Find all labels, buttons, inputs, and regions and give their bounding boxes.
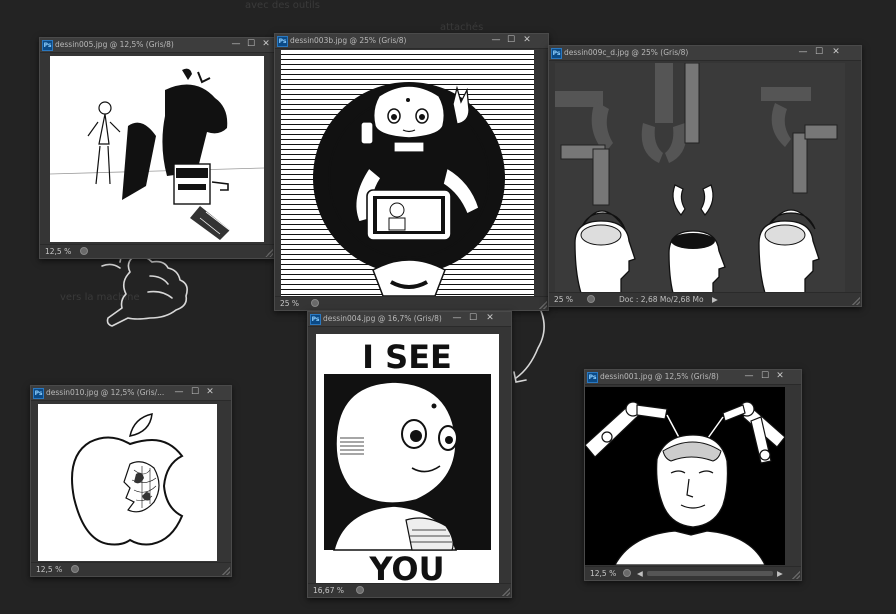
minimize-button[interactable]: — — [173, 387, 185, 398]
resize-grip[interactable] — [852, 297, 860, 305]
close-button[interactable]: ✕ — [773, 371, 787, 382]
zoom-level[interactable]: 12,5 % — [45, 246, 71, 257]
minimize-button[interactable]: — — [490, 35, 502, 46]
image-canvas[interactable]: I SEE YOU — [316, 334, 499, 584]
maximize-button[interactable]: ☐ — [759, 371, 771, 382]
document-window-dessin009c_d[interactable]: Ps dessin009c_d.jpg @ 25% (Gris/8) — ☐ ✕ — [548, 45, 862, 307]
resize-grip[interactable] — [502, 588, 510, 596]
status-info-icon[interactable] — [623, 569, 631, 577]
drawing-robot-selfie — [313, 82, 505, 296]
window-title: dessin001.jpg @ 12,5% (Gris/8) — [600, 372, 719, 381]
minimize-button[interactable]: — — [797, 47, 809, 58]
status-bar: 12,5 % ◀ ▶ — [585, 566, 801, 580]
close-button[interactable]: ✕ — [483, 313, 497, 324]
window-title: dessin003b.jpg @ 25% (Gris/8) — [290, 36, 407, 45]
image-canvas[interactable] — [50, 56, 264, 242]
document-window-dessin004[interactable]: Ps dessin004.jpg @ 16,7% (Gris/8) — ☐ ✕ — [307, 311, 512, 598]
resize-grip[interactable] — [265, 249, 273, 257]
photoshop-icon: Ps — [33, 388, 44, 399]
drawing-robot-arms-brain-surgery — [585, 401, 785, 565]
maximize-button[interactable]: ☐ — [245, 39, 257, 50]
window-titlebar[interactable]: Ps dessin001.jpg @ 12,5% (Gris/8) — ☐ ✕ — [585, 370, 801, 385]
window-titlebar[interactable]: Ps dessin004.jpg @ 16,7% (Gris/8) — ☐ ✕ — [308, 312, 511, 327]
window-titlebar[interactable]: Ps dessin005.jpg @ 12,5% (Gris/8) — ☐ ✕ — [40, 38, 274, 53]
zoom-level[interactable]: 12,5 % — [590, 568, 616, 579]
photoshop-icon: Ps — [277, 36, 288, 47]
resize-grip[interactable] — [222, 567, 230, 575]
zoom-level[interactable]: 16,67 % — [313, 585, 344, 596]
minimize-button[interactable]: — — [743, 371, 755, 382]
poster-bottom-text: YOU — [368, 550, 444, 584]
window-titlebar[interactable]: Ps dessin003b.jpg @ 25% (Gris/8) — ☐ ✕ — [275, 34, 548, 49]
status-menu-arrow[interactable]: ▶ — [712, 294, 718, 305]
image-canvas[interactable] — [555, 63, 845, 292]
maximize-button[interactable]: ☐ — [505, 35, 517, 46]
drawing-robot-and-man — [50, 68, 264, 240]
status-info-icon[interactable] — [71, 565, 79, 573]
image-canvas[interactable] — [585, 387, 785, 565]
zoom-level[interactable]: 12,5 % — [36, 564, 62, 575]
maximize-button[interactable]: ☐ — [467, 313, 479, 324]
thumbs-up-drawing — [101, 249, 188, 327]
window-titlebar[interactable]: Ps dessin009c_d.jpg @ 25% (Gris/8) — ☐ ✕ — [549, 46, 861, 61]
status-bar: 12,5 % — [40, 244, 274, 258]
status-info-icon[interactable] — [80, 247, 88, 255]
close-button[interactable]: ✕ — [203, 387, 217, 398]
window-title: dessin004.jpg @ 16,7% (Gris/8) — [323, 314, 442, 323]
window-titlebar[interactable]: Ps dessin010.jpg @ 12,5% (Gris/... — ☐ ✕ — [31, 386, 231, 401]
close-button[interactable]: ✕ — [259, 39, 273, 50]
status-info-icon[interactable] — [587, 295, 595, 303]
status-info-icon[interactable] — [311, 299, 319, 307]
image-canvas[interactable] — [281, 50, 534, 296]
status-bar: 12,5 % — [31, 562, 231, 576]
document-window-dessin010[interactable]: Ps dessin010.jpg @ 12,5% (Gris/... — ☐ ✕… — [30, 385, 232, 577]
maximize-button[interactable]: ☐ — [189, 387, 201, 398]
photoshop-icon: Ps — [551, 48, 562, 59]
status-bar: 25 % — [275, 296, 548, 310]
photoshop-icon: Ps — [42, 40, 53, 51]
status-bar: 25 % Doc : 2,68 Mo/2,68 Mo ▶ — [549, 292, 861, 306]
close-button[interactable]: ✕ — [520, 35, 534, 46]
minimize-button[interactable]: — — [230, 39, 242, 50]
zoom-level[interactable]: 25 % — [554, 294, 573, 305]
document-window-dessin001[interactable]: Ps dessin001.jpg @ 12,5% (Gris/8) — ☐ ✕ — [584, 369, 802, 581]
window-title: dessin009c_d.jpg @ 25% (Gris/8) — [564, 48, 689, 57]
window-title: dessin010.jpg @ 12,5% (Gris/... — [46, 388, 165, 397]
drawing-robotic-claws-brains — [555, 63, 838, 292]
status-info-icon[interactable] — [356, 586, 364, 594]
zoom-level[interactable]: 25 % — [280, 298, 299, 309]
window-title: dessin005.jpg @ 12,5% (Gris/8) — [55, 40, 174, 49]
drawing-bitten-apple — [71, 413, 184, 546]
maximize-button[interactable]: ☐ — [813, 47, 825, 58]
scroll-left-arrow[interactable]: ◀ — [637, 568, 643, 579]
horizontal-scrollbar[interactable] — [647, 571, 773, 576]
photoshop-icon: Ps — [587, 372, 598, 383]
resize-grip[interactable] — [539, 301, 547, 309]
image-canvas[interactable] — [38, 404, 217, 561]
document-window-dessin005[interactable]: Ps dessin005.jpg @ 12,5% (Gris/8) — ☐ ✕ — [39, 37, 275, 259]
document-window-dessin003b[interactable]: Ps dessin003b.jpg @ 25% (Gris/8) — ☐ ✕ 2… — [274, 33, 549, 311]
minimize-button[interactable]: — — [451, 313, 463, 324]
resize-grip[interactable] — [792, 571, 800, 579]
close-button[interactable]: ✕ — [829, 47, 843, 58]
photoshop-icon: Ps — [310, 314, 321, 325]
poster-top-text: I SEE — [362, 338, 452, 376]
status-bar: 16,67 % — [308, 583, 511, 597]
drawing-i-see-you-poster: I SEE YOU — [324, 338, 491, 584]
document-size: Doc : 2,68 Mo/2,68 Mo — [619, 295, 704, 304]
scroll-right-arrow[interactable]: ▶ — [777, 568, 783, 579]
